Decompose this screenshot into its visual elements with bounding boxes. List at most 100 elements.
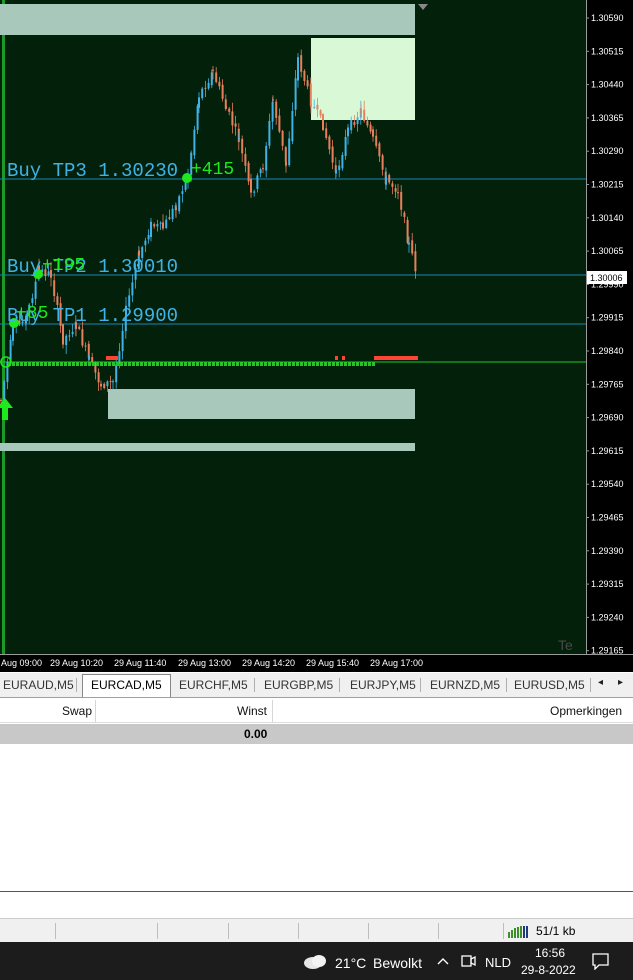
horizontal-scrollbar[interactable]: [0, 891, 633, 892]
entry-trail-dot: [236, 362, 239, 366]
candle-body: [271, 101, 274, 122]
candle-body: [406, 219, 409, 243]
entry-trail-dot: [180, 362, 183, 366]
price-tick-label: 1.29690: [591, 413, 624, 423]
status-divider: [55, 923, 56, 939]
clock-date[interactable]: 29-8-2022: [521, 963, 576, 977]
candle-body: [247, 162, 250, 182]
time-tick-label: 29 Aug 14:20: [242, 658, 295, 668]
chevron-up-icon[interactable]: [437, 957, 449, 965]
chart-tabs-bar: EURAUD,M5 EURCAD,M5 EURCHF,M5 EURGBP,M5 …: [0, 673, 633, 698]
tab-eurcad[interactable]: EURCAD,M5: [82, 674, 171, 697]
candle-body: [221, 84, 224, 99]
candle-body: [411, 240, 414, 254]
language-indicator[interactable]: NLD: [485, 955, 511, 970]
terminal-header-row: Swap Winst Opmerkingen: [0, 700, 633, 723]
price-tick-label: 1.30590: [591, 13, 624, 23]
notifications-icon[interactable]: [592, 953, 610, 970]
windows-taskbar: 21°C Bewolkt NLD 16:56 29-8-2022: [0, 942, 633, 980]
entry-trail-dot: [280, 362, 283, 366]
price-chart[interactable]: Buy TP3 1.30230 +415 Buy TP2 1.30010 +19…: [0, 0, 633, 672]
candle-body: [275, 101, 278, 118]
entry-trail-dot: [144, 362, 147, 366]
entry-trail-dot: [176, 362, 179, 366]
meet-now-icon[interactable]: [460, 953, 476, 969]
column-swap[interactable]: Swap: [62, 704, 92, 718]
clock-time[interactable]: 16:56: [535, 946, 565, 960]
entry-trail-dot: [348, 362, 351, 366]
weather-temperature[interactable]: 21°C: [335, 955, 366, 971]
candle-body: [294, 78, 297, 110]
tab-eurusd[interactable]: EURUSD,M5: [514, 675, 585, 695]
candle-body: [159, 222, 162, 224]
entry-trail-dot: [84, 362, 87, 366]
status-divider: [157, 923, 158, 939]
price-tick-label: 1.29765: [591, 379, 624, 389]
candle-body: [225, 106, 227, 108]
candle-body: [112, 381, 114, 383]
entry-trail-dot: [172, 362, 175, 366]
weather-description[interactable]: Bewolkt: [373, 955, 422, 971]
entry-trail-dot: [128, 362, 131, 366]
candle-body: [391, 183, 394, 187]
sell-trail-marker: [106, 356, 114, 360]
tab-euraud[interactable]: EURAUD,M5: [3, 675, 74, 695]
entry-trail-dot: [116, 362, 119, 366]
tab-divider: [506, 678, 507, 692]
entry-trail-dot: [252, 362, 255, 366]
tab-scroll-right-icon[interactable]: ▸: [618, 677, 623, 688]
candle-body: [0, 399, 2, 401]
plot-background: [0, 0, 586, 654]
candle-body: [196, 105, 199, 130]
entry-trail-dot: [340, 362, 343, 366]
column-opmerkingen[interactable]: Opmerkingen: [550, 704, 622, 718]
candle-body: [310, 104, 312, 107]
entry-trail-dot: [372, 362, 375, 366]
entry-trail-dot: [124, 362, 127, 366]
candle-body: [171, 208, 174, 220]
column-divider[interactable]: [95, 700, 96, 722]
candle-body: [394, 188, 397, 192]
tab-eurnzd[interactable]: EURNZD,M5: [430, 675, 500, 695]
tab-eurchf[interactable]: EURCHF,M5: [179, 675, 248, 695]
tab-divider: [254, 678, 255, 692]
candle-body: [278, 115, 281, 132]
candle-body: [303, 70, 306, 81]
candle-body: [375, 135, 378, 146]
entry-trail-dot: [316, 362, 319, 366]
chart-canvas[interactable]: Buy TP3 1.30230 +415 Buy TP2 1.30010 +19…: [0, 0, 633, 672]
tab-eurgbp[interactable]: EURGBP,M5: [264, 675, 333, 695]
entry-trail-dot: [192, 362, 195, 366]
entry-trail-dot: [32, 362, 35, 366]
candle-body: [319, 110, 322, 116]
price-tick-label: 1.30215: [591, 180, 624, 190]
entry-trail-dot: [332, 362, 335, 366]
connection-bars-icon: [508, 926, 528, 938]
cloud-icon[interactable]: [302, 952, 328, 970]
entry-trail-dot: [200, 362, 203, 366]
price-tick-label: 1.29540: [591, 479, 624, 489]
candle-body: [165, 219, 168, 228]
entry-trail-dot: [276, 362, 279, 366]
candle-body: [168, 217, 171, 219]
tab-scroll-left-icon[interactable]: ◂: [598, 677, 603, 688]
entry-trail-dot: [80, 362, 83, 366]
tab-eurjpy[interactable]: EURJPY,M5: [350, 675, 416, 695]
entry-trail-dot: [92, 362, 95, 366]
column-winst[interactable]: Winst: [237, 704, 267, 718]
zone-bottom: [0, 443, 415, 451]
candle-body: [3, 381, 6, 401]
candle-body: [363, 109, 366, 121]
candle-body: [97, 372, 100, 383]
current-price-label: 1.30006: [590, 273, 623, 283]
price-axis-border: [586, 0, 587, 654]
entry-trail-dot: [300, 362, 303, 366]
column-divider[interactable]: [272, 700, 273, 722]
entry-trail-dot: [68, 362, 71, 366]
totals-row: 0.00: [0, 724, 633, 744]
time-axis-border: [0, 654, 633, 655]
candle-body: [121, 330, 124, 352]
price-tick-label: 1.29615: [591, 446, 624, 456]
left-edge-bar: [2, 0, 5, 654]
entry-trail-dot: [44, 362, 47, 366]
